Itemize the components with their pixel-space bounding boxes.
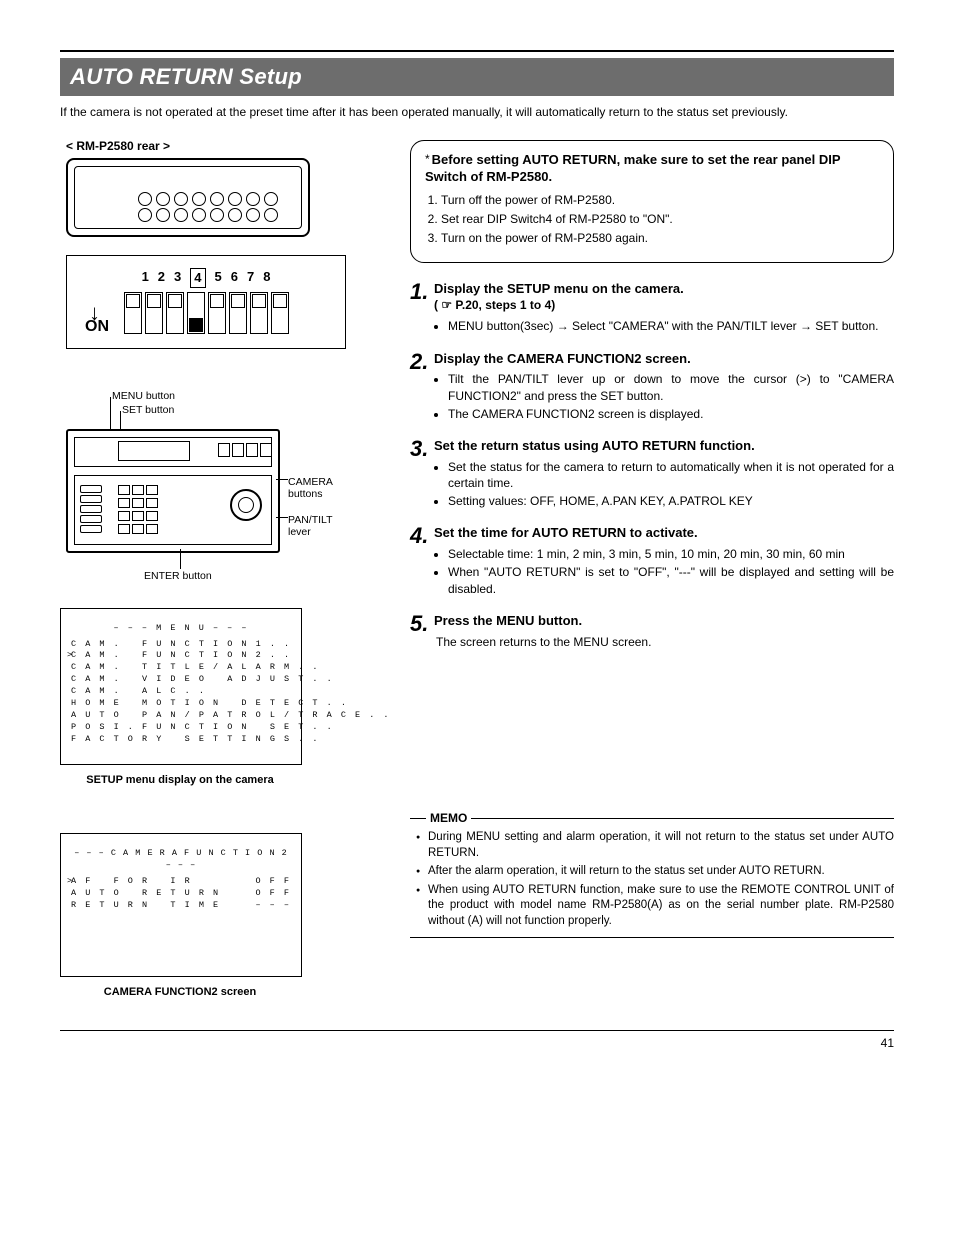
info-box: *Before setting AUTO RETURN, make sure t… xyxy=(410,140,894,263)
page-footer: 41 xyxy=(60,1030,894,1051)
rear-panel-illustration xyxy=(66,158,310,237)
left-column: < RM-P2580 rear > 12345678 xyxy=(60,138,380,1000)
osd-cf2-screen: – – – C A M E R A F U N C T I O N 2 – – … xyxy=(60,833,302,977)
dip-on-label: ON xyxy=(85,316,109,338)
page: AUTO RETURN Setup If the camera is not o… xyxy=(60,50,894,1051)
osd2-caption: CAMERA FUNCTION2 screen xyxy=(60,985,300,1000)
callout-enter: ENTER button xyxy=(144,569,212,583)
callout-lever: lever xyxy=(288,525,311,539)
columns: < RM-P2580 rear > 12345678 xyxy=(60,138,894,1000)
steps: 1. Display the SETUP menu on the camera.… xyxy=(410,281,894,650)
intro-text: If the camera is not operated at the pre… xyxy=(60,104,894,120)
info-list: Turn off the power of RM-P2580. Set rear… xyxy=(441,192,879,247)
memo-section: MEMO During MENU setting and alarm opera… xyxy=(410,810,894,938)
page-number: 41 xyxy=(881,1036,894,1050)
callout-menu: MENU button xyxy=(112,389,175,403)
step-5: 5. Press the MENU button. The screen ret… xyxy=(410,613,894,650)
joystick-icon xyxy=(230,489,262,521)
controller-illustration: MENU button SET button CAMERA buttons PA… xyxy=(60,389,380,574)
callout-set: SET button xyxy=(122,403,174,417)
right-column: *Before setting AUTO RETURN, make sure t… xyxy=(410,138,894,1000)
memo-item: When using AUTO RETURN function, make su… xyxy=(428,883,894,930)
callout-buttons: buttons xyxy=(288,487,322,501)
step-4: 4. Set the time for AUTO RETURN to activ… xyxy=(410,525,894,598)
memo-item: During MENU setting and alarm operation,… xyxy=(428,830,894,861)
osd-menu-screen: – – – M E N U – – – C A M . F U N C T I … xyxy=(60,608,302,765)
page-title: AUTO RETURN Setup xyxy=(60,58,894,96)
memo-item: After the alarm operation, it will retur… xyxy=(428,864,894,880)
info-item: Turn on the power of RM-P2580 again. xyxy=(441,230,879,246)
info-item: Turn off the power of RM-P2580. xyxy=(441,192,879,208)
info-heading: Before setting AUTO RETURN, make sure to… xyxy=(425,152,840,185)
rear-panel-label: < RM-P2580 rear > xyxy=(66,138,380,154)
step-2: 2. Display the CAMERA FUNCTION2 screen. … xyxy=(410,351,894,424)
step-1: 1. Display the SETUP menu on the camera.… xyxy=(410,281,894,337)
dip-switch-illustration: 12345678 ↓ ON xyxy=(66,255,346,349)
memo-label: MEMO xyxy=(430,810,467,826)
info-item: Set rear DIP Switch4 of RM-P2580 to "ON"… xyxy=(441,211,879,227)
dip-numbers: 12345678 xyxy=(81,268,331,288)
step-3: 3. Set the return status using AUTO RETU… xyxy=(410,438,894,511)
osd1-caption: SETUP menu display on the camera xyxy=(60,773,300,788)
